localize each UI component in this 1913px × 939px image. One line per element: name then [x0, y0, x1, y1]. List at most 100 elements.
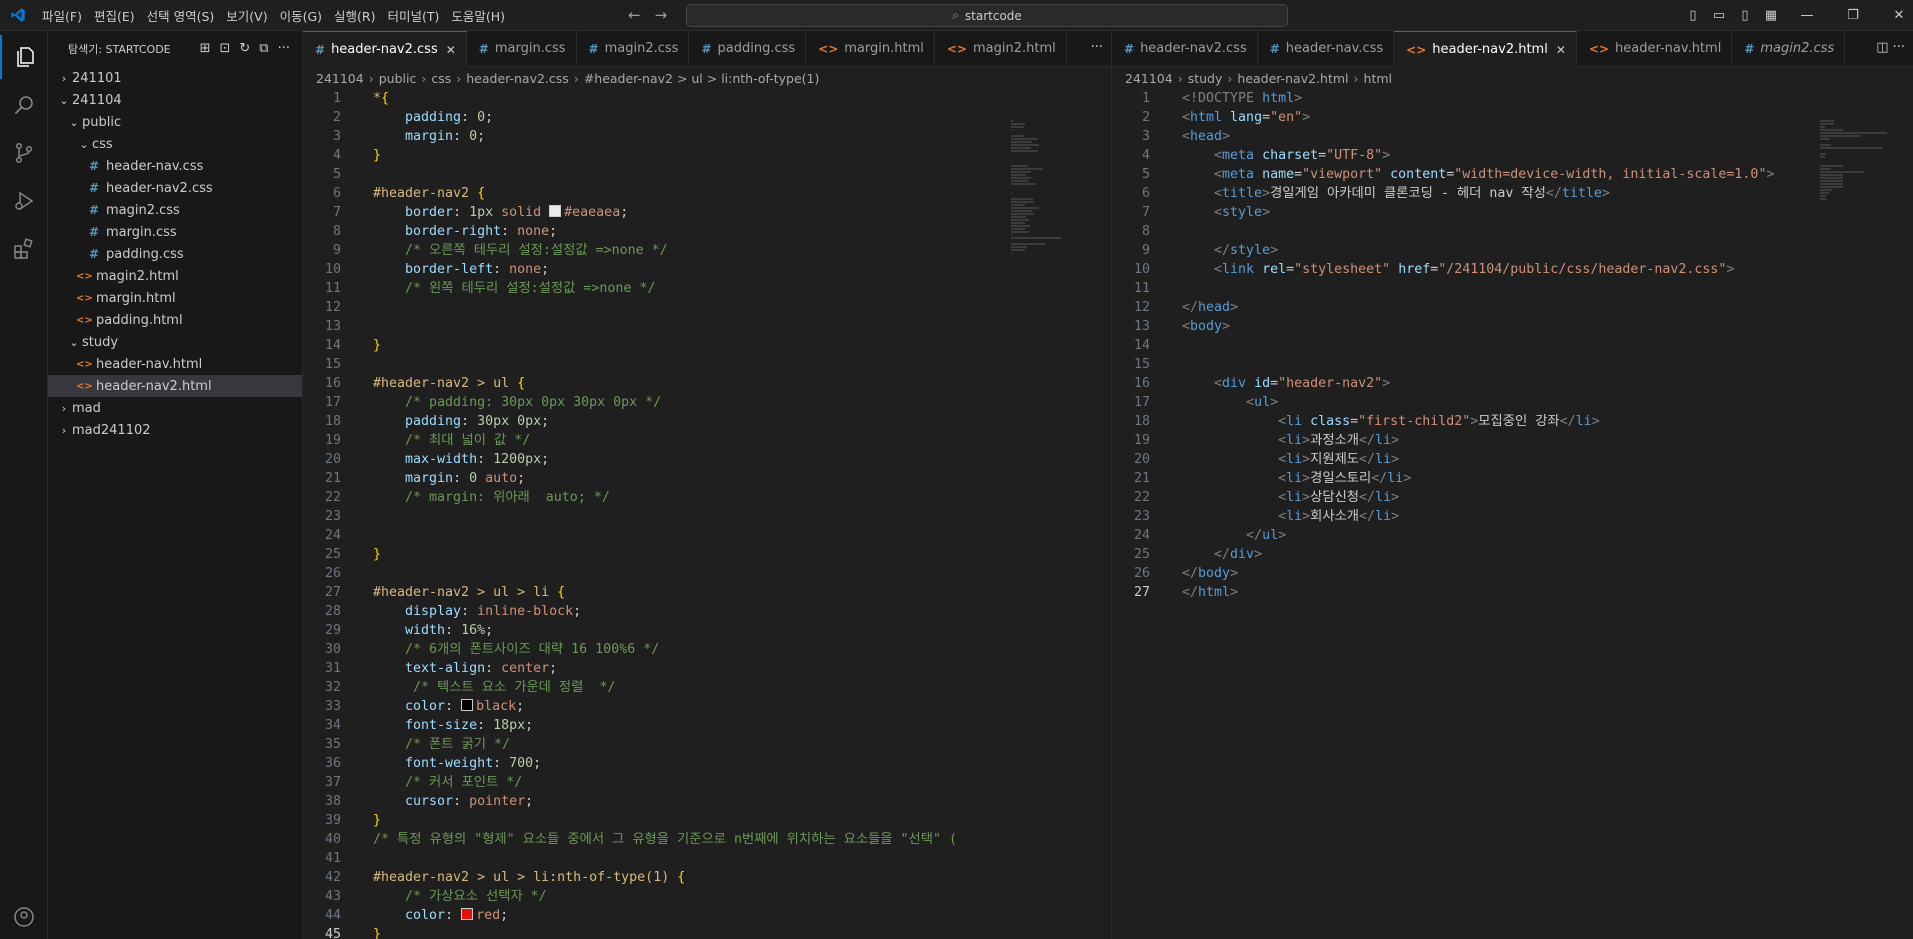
tree-item[interactable]: › 241101 — [48, 67, 302, 89]
code-area[interactable]: 1 *{2 padding: 0; 3 margin: 0; 4} 5 6 #header-… — [303, 89, 1003, 939]
menu-item[interactable]: 실행(R) — [334, 6, 375, 25]
new-file-icon[interactable]: ⊞ — [200, 41, 211, 56]
menu-item[interactable]: 편집(E) — [94, 6, 135, 25]
command-center-search[interactable]: ⌕ startcode — [686, 4, 1288, 27]
line-number: 20 — [324, 452, 341, 467]
tree-item[interactable]: › mad241102 — [48, 419, 302, 441]
tree-item[interactable]: <> padding.html — [48, 309, 302, 331]
line-number: 36 — [324, 756, 341, 771]
code-text: /* 커서 포인트 */ — [373, 773, 522, 792]
close-tab-icon[interactable]: ✕ — [446, 43, 456, 57]
code-token: } — [373, 338, 382, 353]
tree-item[interactable]: <> header-nav.html — [48, 353, 302, 375]
code-token: </ — [1371, 471, 1388, 486]
source-control-icon[interactable] — [0, 131, 47, 175]
minimize-icon[interactable]: — — [1784, 8, 1830, 23]
breadcrumb-item[interactable]: header-nav2.css — [466, 71, 569, 86]
code-token: ; — [533, 756, 542, 771]
tab-header-nav-html[interactable]: <> header-nav.html — [1577, 31, 1733, 66]
code-token: "stylesheet" — [1294, 262, 1399, 277]
code-token: : — [493, 756, 510, 771]
color-swatch[interactable] — [461, 908, 474, 920]
customize-layout-icon[interactable]: ▦ — [1758, 8, 1784, 23]
minimap-line — [1820, 156, 1826, 158]
breadcrumb-item[interactable]: #header-nav2 > ul > li:nth-of-type(1) — [584, 71, 820, 86]
color-swatch[interactable] — [549, 205, 562, 217]
tree-item[interactable]: ⌄ 241104 — [48, 89, 302, 111]
explorer-icon[interactable] — [0, 35, 49, 79]
code-line: 22 /* margin: 위아래 auto; */ — [303, 488, 1003, 507]
tree-item[interactable]: <> magin2.html — [48, 265, 302, 287]
tab-more-icon[interactable]: ··· — [1091, 40, 1103, 55]
color-swatch[interactable] — [461, 699, 474, 711]
code-token: "header-nav2" — [1278, 376, 1383, 391]
tree-item[interactable]: # header-nav.css — [48, 155, 302, 177]
tab-header-nav2-css[interactable]: # header-nav2.css ✕ — [303, 31, 467, 67]
menu-item[interactable]: 보기(V) — [226, 6, 267, 25]
breadcrumb-item[interactable]: 241104 — [316, 71, 364, 86]
more-actions-icon[interactable]: ··· — [278, 41, 290, 56]
tab-margin-css[interactable]: # margin.css — [467, 31, 577, 66]
minimap-line — [1011, 243, 1047, 245]
menu-item[interactable]: 파일(F) — [42, 6, 82, 25]
tree-item[interactable]: # padding.css — [48, 243, 302, 265]
code-line: 26 — [303, 564, 1003, 583]
tab-header-nav2-css[interactable]: # header-nav2.css — [1112, 31, 1258, 66]
code-token: border — [373, 205, 454, 220]
tree-item[interactable]: <> margin.html — [48, 287, 302, 309]
accounts-icon[interactable] — [0, 895, 47, 939]
tab-header-nav-css[interactable]: # header-nav.css — [1258, 31, 1395, 66]
menu-item[interactable]: 이동(G) — [280, 6, 322, 25]
search-view-icon[interactable] — [0, 83, 47, 127]
tab-margin-html[interactable]: <> margin.html — [806, 31, 935, 66]
forward-arrow-icon[interactable]: → — [655, 6, 668, 24]
tab-header-nav2-html[interactable]: <> header-nav2.html ✕ — [1394, 31, 1577, 67]
minimap[interactable] — [1011, 120, 1091, 939]
breadcrumb-item[interactable]: css — [431, 71, 451, 86]
split-editor-icon[interactable]: ◫ ··· — [1876, 40, 1905, 55]
breadcrumb-item[interactable]: html — [1364, 71, 1392, 86]
new-folder-icon[interactable]: ⊡ — [219, 41, 230, 56]
code-area[interactable]: 1 <!DOCTYPE html> 2 <html lang="en"> 3 <head>… — [1112, 89, 1812, 602]
menu-item[interactable]: 선택 영역(S) — [147, 6, 215, 25]
collapse-all-icon[interactable]: ⧉ — [259, 41, 268, 56]
breadcrumb-item[interactable]: header-nav2.html — [1237, 71, 1348, 86]
refresh-icon[interactable]: ↻ — [239, 41, 250, 56]
tree-item[interactable]: ⌄ study — [48, 331, 302, 353]
line-number: 42 — [324, 870, 341, 885]
toggle-secondary-sidebar-icon[interactable]: ▯ — [1732, 8, 1758, 23]
minimap[interactable] — [1820, 120, 1900, 939]
tree-item[interactable]: <> header-nav2.html — [48, 375, 302, 397]
menu-item[interactable]: 도움말(H) — [451, 6, 505, 25]
toggle-primary-sidebar-icon[interactable]: ▯ — [1680, 8, 1706, 23]
back-arrow-icon[interactable]: ← — [628, 6, 641, 24]
toggle-panel-icon[interactable]: ▭ — [1706, 8, 1732, 23]
tree-item[interactable]: # margin.css — [48, 221, 302, 243]
extensions-icon[interactable] — [0, 227, 47, 271]
restore-icon[interactable]: ❐ — [1830, 8, 1876, 23]
tab-magin2-css[interactable]: # magin2.css — [1732, 31, 1846, 66]
tree-item[interactable]: ⌄ public — [48, 111, 302, 133]
tree-item[interactable]: # magin2.css — [48, 199, 302, 221]
tab-magin2-css[interactable]: # magin2.css — [577, 31, 690, 66]
code-line: 11 — [1112, 279, 1812, 298]
breadcrumb-item[interactable]: public — [379, 71, 417, 86]
code-line: 2 <html lang="en"> — [1112, 108, 1812, 127]
code-text: /* 왼쪽 테두리 설정:설정값 =>none */ — [373, 279, 655, 298]
tree-item[interactable]: # header-nav2.css — [48, 177, 302, 199]
close-window-icon[interactable]: ✕ — [1876, 8, 1913, 23]
html-file-icon: <> — [1588, 41, 1610, 56]
tab-magin2-html[interactable]: <> magin2.html — [935, 31, 1067, 66]
close-tab-icon[interactable]: ✕ — [1556, 43, 1566, 57]
tab-label: header-nav.css — [1285, 41, 1384, 56]
tree-item[interactable]: › mad — [48, 397, 302, 419]
breadcrumb-item[interactable]: study — [1188, 71, 1223, 86]
breadcrumb-item[interactable]: 241104 — [1125, 71, 1173, 86]
code-token: 상담신청 — [1310, 490, 1360, 505]
tab-padding-css[interactable]: # padding.css — [689, 31, 807, 66]
code-token: 회사소개 — [1310, 509, 1360, 524]
tree-item[interactable]: ⌄ css — [48, 133, 302, 155]
code-token: > — [1230, 585, 1239, 600]
run-debug-icon[interactable] — [0, 179, 47, 223]
menu-item[interactable]: 터미널(T) — [388, 6, 440, 25]
